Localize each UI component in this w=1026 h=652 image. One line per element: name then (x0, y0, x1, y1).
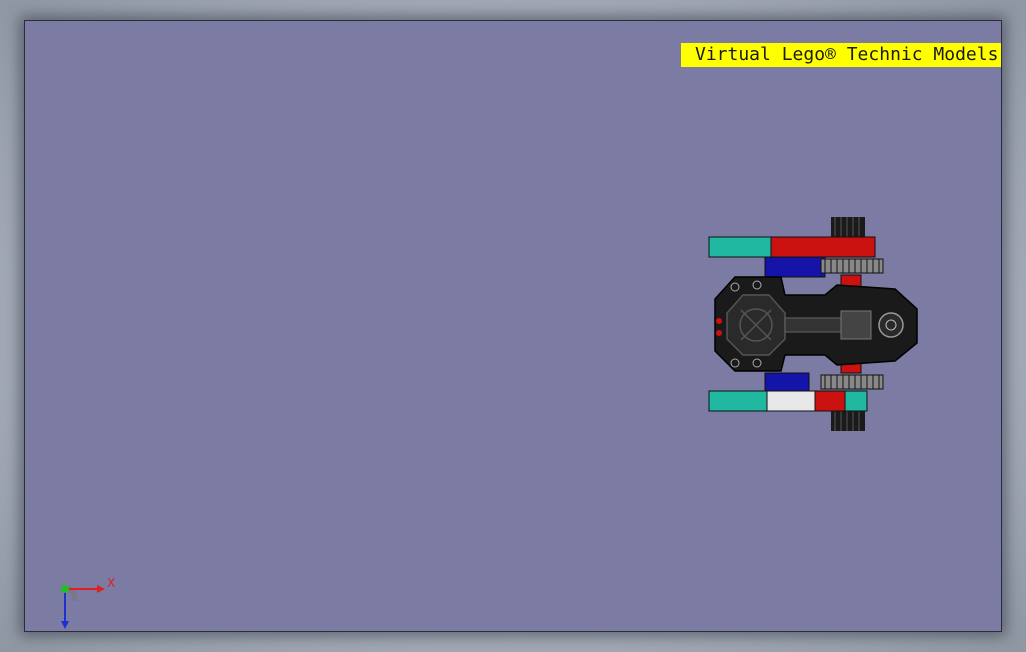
gear-top (820, 258, 884, 274)
3d-viewport[interactable]: Virtual Lego® Technic Models X (24, 20, 1002, 632)
beam-red-top (770, 236, 876, 258)
tire-bottom (831, 409, 865, 431)
x-axis-arrow-icon (97, 585, 105, 593)
axis-triad: X (61, 576, 115, 629)
drive-shaft (784, 317, 846, 333)
watermark-banner: Virtual Lego® Technic Models (681, 43, 1001, 67)
rear-pulley (878, 312, 904, 338)
beam-teal-bottom (708, 390, 768, 412)
beam-white-bottom (766, 390, 816, 412)
beam-blue-top (764, 256, 826, 278)
gear-bottom (820, 374, 884, 390)
beam-blue-bottom (764, 372, 810, 392)
shaft-gear (840, 310, 872, 340)
beam-teal-bottom-right (844, 390, 868, 412)
beam-teal-top (708, 236, 772, 258)
y-axis-arrow-icon (61, 621, 69, 629)
beam-red-bottom (814, 390, 846, 412)
tire-top (831, 217, 865, 239)
origin-icon (61, 585, 69, 593)
lego-model[interactable] (705, 213, 945, 435)
x-axis-label: X (107, 576, 115, 590)
